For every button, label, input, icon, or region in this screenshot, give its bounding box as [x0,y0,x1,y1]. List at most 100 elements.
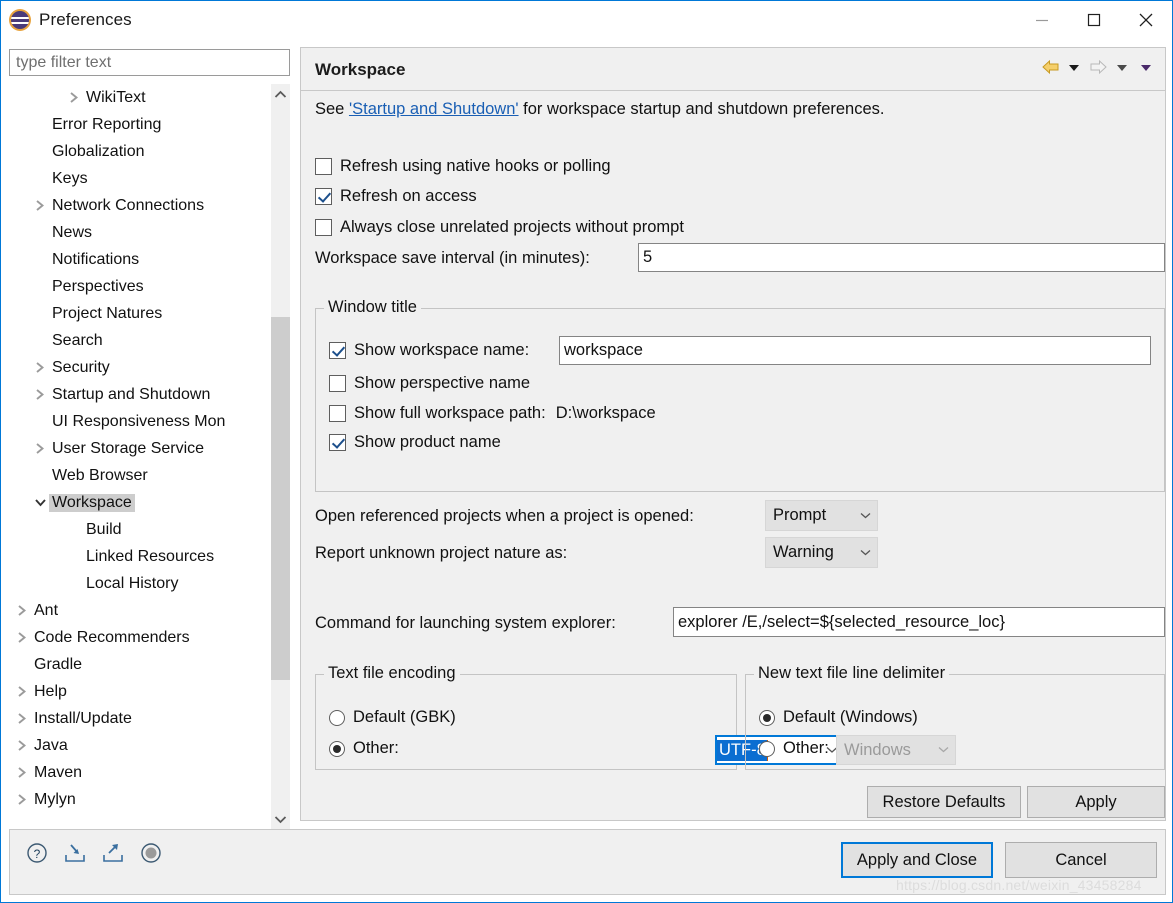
chevron-right-icon[interactable] [13,712,31,725]
forward-history-chevron-down-icon[interactable] [1111,56,1133,78]
record-icon[interactable] [138,840,164,866]
preferences-tree[interactable]: WikiTextError ReportingGlobalizationKeys… [9,84,271,829]
tree-item-user-storage-service[interactable]: User Storage Service [9,435,271,462]
tree-container: WikiTextError ReportingGlobalizationKeys… [9,84,290,844]
refresh-on-access-checkbox[interactable] [315,188,332,205]
encoding-other-radio-row[interactable]: Other: [329,739,399,758]
view-menu-chevron-down-icon[interactable] [1135,56,1157,78]
chevron-right-icon[interactable] [13,631,31,644]
refresh-on-access-checkbox-row[interactable]: Refresh on access [315,187,477,206]
dialog-footer: ? [9,829,1166,895]
refresh-native-hooks-checkbox[interactable] [315,158,332,175]
show-workspace-name-row[interactable]: Show workspace name: [329,341,529,360]
encoding-other-radio[interactable] [329,741,345,757]
tree-item-label: User Storage Service [49,440,207,458]
chevron-right-icon[interactable] [31,199,49,212]
tree-vertical-scrollbar[interactable] [271,84,290,829]
tree-item-network-connections[interactable]: Network Connections [9,192,271,219]
chevron-right-icon[interactable] [31,361,49,374]
always-close-unrelated-checkbox-row[interactable]: Always close unrelated projects without … [315,218,684,237]
tree-item-build[interactable]: Build [9,516,271,543]
delimiter-other-radio[interactable] [759,741,775,757]
footer-icon-group: ? [24,840,164,866]
tree-item-label: Maven [31,764,85,782]
delimiter-other-combo[interactable]: Windows [836,735,956,765]
close-button[interactable] [1120,1,1172,39]
tree-item-globalization[interactable]: Globalization [9,138,271,165]
back-arrow-icon[interactable] [1039,56,1061,78]
tree-item-help[interactable]: Help [9,678,271,705]
tree-item-java[interactable]: Java [9,732,271,759]
chevron-right-icon[interactable] [13,604,31,617]
minimize-button[interactable] [1016,1,1068,39]
tree-item-ant[interactable]: Ant [9,597,271,624]
scroll-up-arrow-icon[interactable] [271,84,290,104]
tree-item-search[interactable]: Search [9,327,271,354]
show-workspace-name-checkbox[interactable] [329,342,346,359]
cancel-button[interactable]: Cancel [1005,842,1157,878]
startup-shutdown-link[interactable]: 'Startup and Shutdown' [349,100,519,118]
tree-item-web-browser[interactable]: Web Browser [9,462,271,489]
show-perspective-name-checkbox[interactable] [329,375,346,392]
tree-item-security[interactable]: Security [9,354,271,381]
system-explorer-input[interactable] [673,607,1165,637]
import-icon[interactable] [62,840,88,866]
always-close-unrelated-label: Always close unrelated projects without … [340,218,684,237]
scroll-down-arrow-icon[interactable] [271,809,290,829]
export-icon[interactable] [100,840,126,866]
show-product-name-checkbox[interactable] [329,434,346,451]
tree-item-notifications[interactable]: Notifications [9,246,271,273]
chevron-right-icon[interactable] [13,793,31,806]
show-product-name-row[interactable]: Show product name [329,433,501,452]
chevron-right-icon[interactable] [31,388,49,401]
tree-item-keys[interactable]: Keys [9,165,271,192]
show-full-workspace-path-row[interactable]: Show full workspace path: D:\workspace [329,404,656,423]
chevron-right-icon[interactable] [13,685,31,698]
encoding-default-radio[interactable] [329,710,345,726]
tree-item-news[interactable]: News [9,219,271,246]
tree-item-ui-responsiveness-mon[interactable]: UI Responsiveness Mon [9,408,271,435]
tree-item-local-history[interactable]: Local History [9,570,271,597]
encoding-default-radio-row[interactable]: Default (GBK) [329,708,456,727]
delimiter-default-radio[interactable] [759,710,775,726]
tree-item-gradle[interactable]: Gradle [9,651,271,678]
restore-defaults-button[interactable]: Restore Defaults [867,786,1021,818]
tree-item-wikitext[interactable]: WikiText [9,84,271,111]
tree-item-mylyn[interactable]: Mylyn [9,786,271,813]
workspace-name-input[interactable] [559,336,1151,365]
tree-item-workspace[interactable]: Workspace [9,489,271,516]
encoding-group-legend: Text file encoding [324,664,460,683]
back-history-chevron-down-icon[interactable] [1063,56,1085,78]
open-referenced-combo[interactable]: Prompt [765,500,878,531]
chevron-down-icon[interactable] [31,497,49,508]
tree-scroll-thumb[interactable] [271,317,290,680]
report-nature-combo[interactable]: Warning [765,537,878,568]
maximize-button[interactable] [1068,1,1120,39]
tree-item-label: Search [49,332,106,350]
tree-item-error-reporting[interactable]: Error Reporting [9,111,271,138]
chevron-right-icon[interactable] [13,739,31,752]
tree-item-code-recommenders[interactable]: Code Recommenders [9,624,271,651]
chevron-down-icon [938,744,949,756]
tree-item-project-natures[interactable]: Project Natures [9,300,271,327]
apply-button[interactable]: Apply [1027,786,1165,818]
apply-and-close-button[interactable]: Apply and Close [841,842,993,878]
help-icon[interactable]: ? [24,840,50,866]
tree-item-linked-resources[interactable]: Linked Resources [9,543,271,570]
chevron-right-icon[interactable] [65,91,83,104]
delimiter-other-radio-row[interactable]: Other: [759,739,829,758]
forward-arrow-icon[interactable] [1087,56,1109,78]
show-perspective-name-row[interactable]: Show perspective name [329,374,530,393]
chevron-right-icon[interactable] [31,442,49,455]
tree-item-perspectives[interactable]: Perspectives [9,273,271,300]
filter-input[interactable] [9,49,290,76]
save-interval-input[interactable] [638,243,1165,272]
chevron-right-icon[interactable] [13,766,31,779]
refresh-native-hooks-checkbox-row[interactable]: Refresh using native hooks or polling [315,157,611,176]
show-full-workspace-path-checkbox[interactable] [329,405,346,422]
tree-item-install-update[interactable]: Install/Update [9,705,271,732]
tree-item-maven[interactable]: Maven [9,759,271,786]
tree-item-startup-and-shutdown[interactable]: Startup and Shutdown [9,381,271,408]
always-close-unrelated-checkbox[interactable] [315,219,332,236]
delimiter-default-radio-row[interactable]: Default (Windows) [759,708,918,727]
